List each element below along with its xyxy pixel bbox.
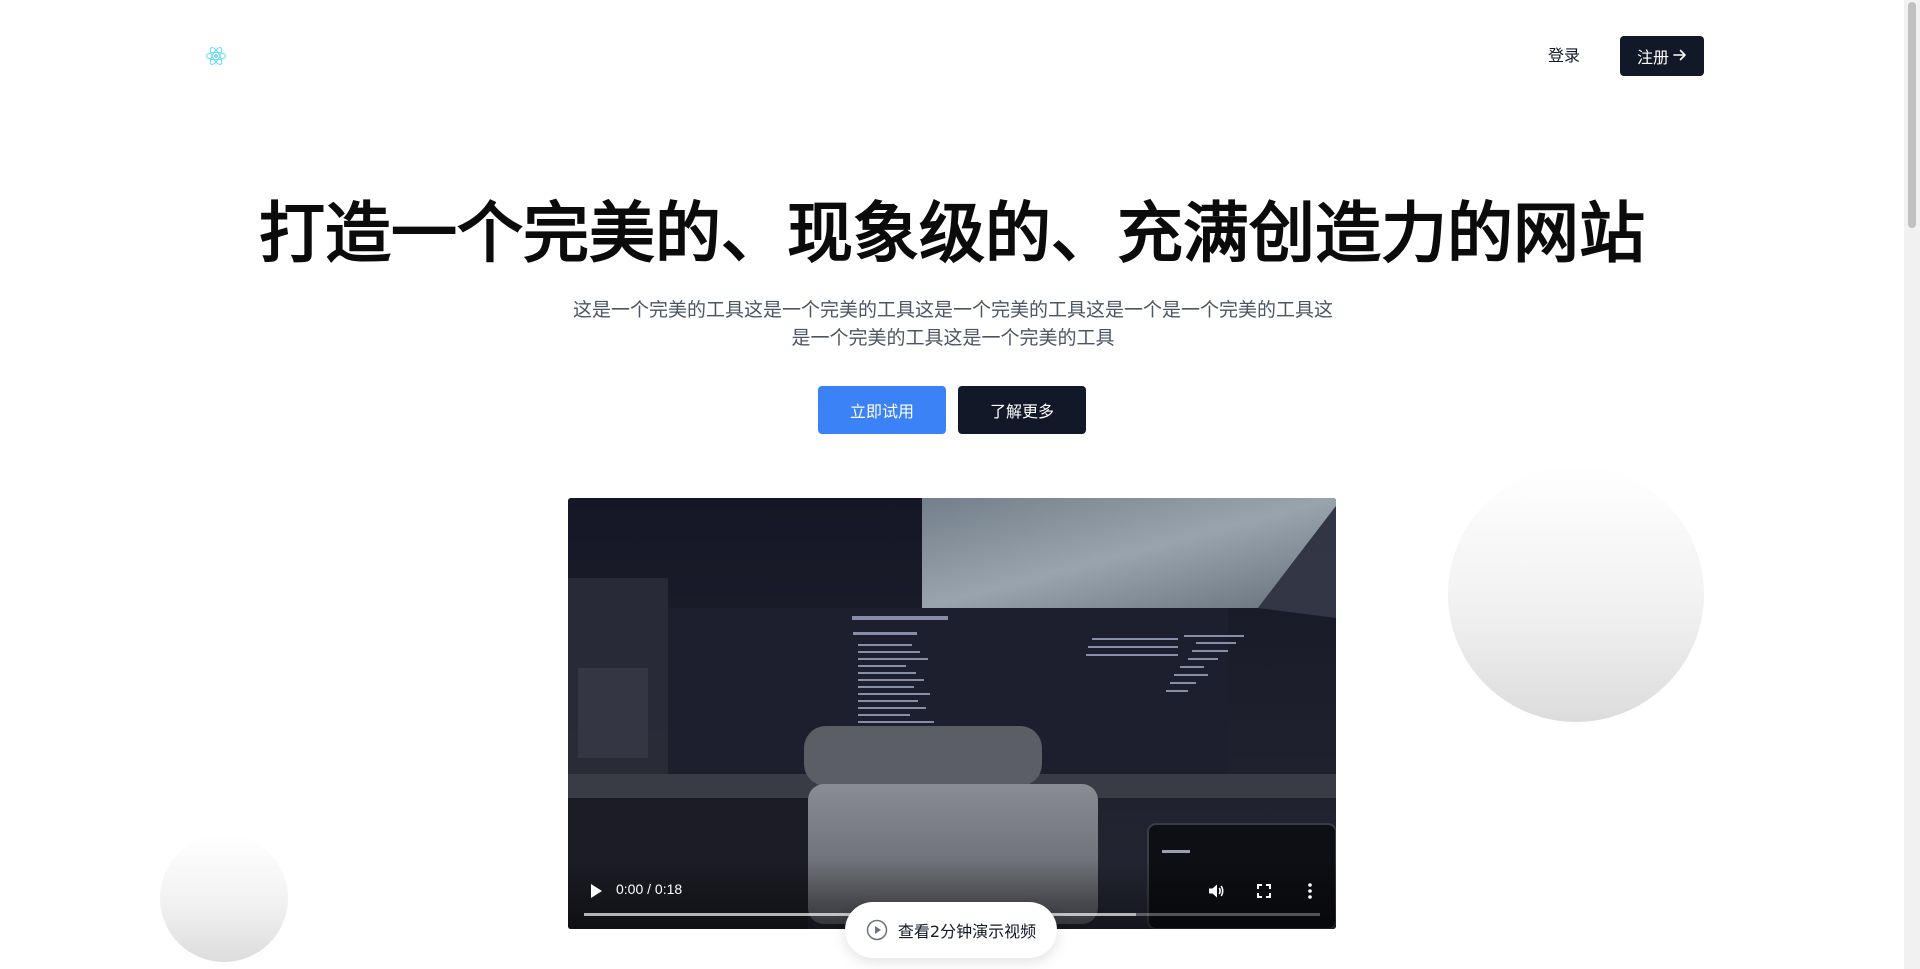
signup-button-label: 注册 xyxy=(1636,48,1669,67)
react-logo-icon[interactable] xyxy=(205,45,227,67)
demo-video-player[interactable]: 0:00 / 0:18 xyxy=(568,498,1336,929)
play-circle-icon xyxy=(866,919,888,941)
watch-demo-label: 查看2分钟演示视频 xyxy=(897,922,1037,941)
signup-button[interactable]: 注册 xyxy=(1620,36,1704,76)
learn-more-button[interactable]: 了解更多 xyxy=(958,386,1086,434)
scrollbar-thumb[interactable] xyxy=(1908,2,1916,228)
hero-subtitle: 这是一个完美的工具这是一个完美的工具这是一个完美的工具这是一个是一个完美的工具这… xyxy=(572,299,1333,349)
decorative-circle-left xyxy=(160,834,288,962)
video-time-display: 0:00 / 0:18 xyxy=(616,881,683,897)
hero-title: 打造一个完美的、现象级的、充满创造力的网站 xyxy=(259,195,1645,272)
watch-demo-button[interactable]: 查看2分钟演示视频 xyxy=(845,902,1057,958)
page: 登录 注册 打造一个完美的、现象级的、充满创造力的网站 这是一个完美的工具这是一… xyxy=(0,0,1920,969)
page-scrollbar[interactable] xyxy=(1904,0,1920,969)
decorative-circle-right xyxy=(1448,466,1704,722)
try-now-button[interactable]: 立即试用 xyxy=(818,386,946,434)
arrow-right-icon xyxy=(1673,48,1687,65)
more-options-icon[interactable] xyxy=(1298,879,1322,903)
login-link[interactable]: 登录 xyxy=(1548,36,1580,76)
fullscreen-icon[interactable] xyxy=(1252,879,1276,903)
play-icon[interactable] xyxy=(584,879,608,903)
volume-icon[interactable] xyxy=(1204,879,1228,903)
